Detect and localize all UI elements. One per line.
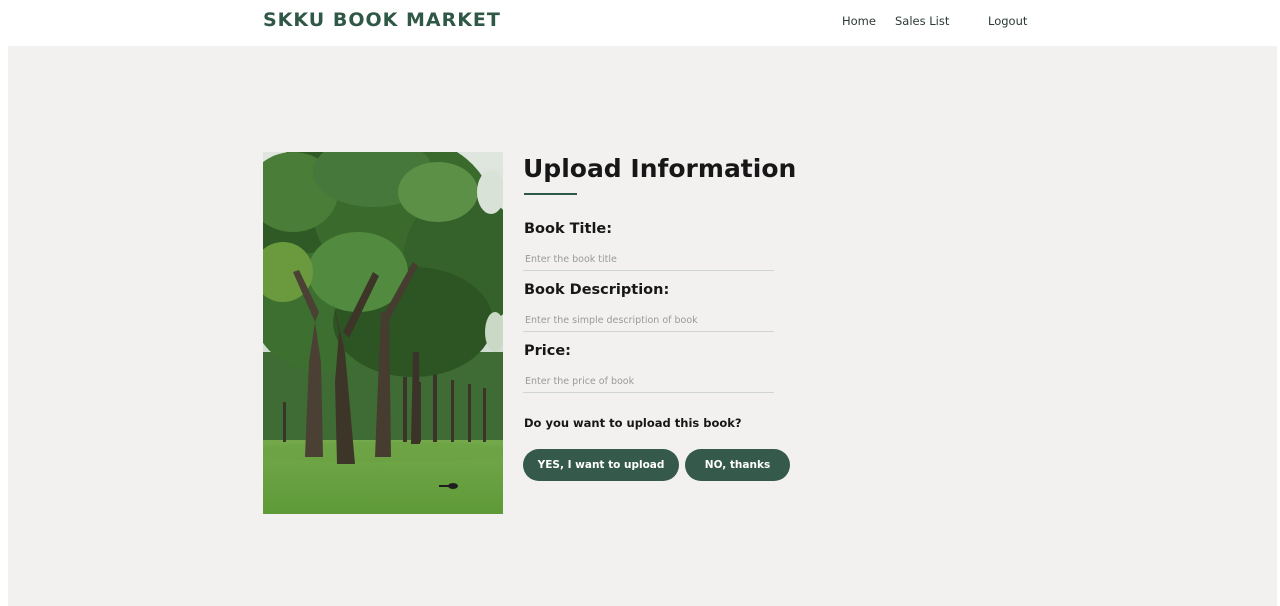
nav-logout-link[interactable]: Logout [988,14,1027,28]
trees-photo [263,152,503,514]
book-title-input[interactable] [523,249,774,271]
upload-question: Do you want to upload this book? [524,416,742,430]
page-title: Upload Information [523,154,797,183]
price-label: Price: [524,343,571,359]
top-navbar: SKKU BOOK MARKET Home Sales List Logout [0,0,1280,46]
book-description-input[interactable] [523,310,774,332]
nav-home-link[interactable]: Home [842,14,876,28]
brand-logo[interactable]: SKKU BOOK MARKET [263,9,501,31]
nav-sales-list-link[interactable]: Sales List [895,14,949,28]
book-title-label: Book Title: [524,221,613,237]
book-description-label: Book Description: [524,282,670,298]
price-input[interactable] [523,371,774,393]
confirm-upload-button[interactable]: YES, I want to upload [523,449,679,481]
decline-upload-button[interactable]: NO, thanks [685,449,790,481]
title-underline [524,193,577,195]
